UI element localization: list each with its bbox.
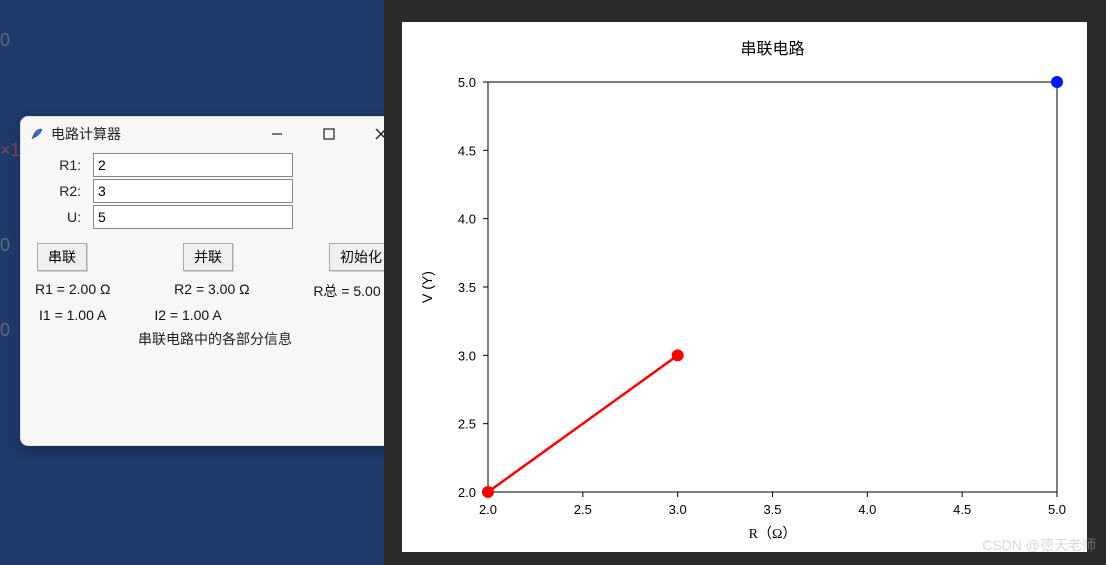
series-button[interactable]: 串联 bbox=[37, 243, 87, 271]
svg-text:3.5: 3.5 bbox=[458, 280, 476, 295]
bg-label: 0 bbox=[0, 235, 10, 256]
svg-text:2.0: 2.0 bbox=[458, 485, 476, 500]
bg-label: 0 bbox=[0, 30, 10, 51]
svg-text:R（Ω）: R（Ω） bbox=[749, 526, 797, 542]
svg-text:3.0: 3.0 bbox=[669, 502, 687, 517]
svg-text:V (Y): V (Y) bbox=[419, 271, 435, 303]
r1-label: R1: bbox=[33, 157, 93, 173]
r2-label: R2: bbox=[33, 183, 93, 199]
info-label: 串联电路中的各部分信息 bbox=[33, 329, 397, 349]
svg-text:3.0: 3.0 bbox=[458, 348, 476, 363]
window-title: 电路计算器 bbox=[51, 124, 257, 144]
result-i2: I2 = 1.00 A bbox=[154, 307, 221, 323]
r2-input[interactable] bbox=[93, 179, 293, 203]
svg-text:5.0: 5.0 bbox=[458, 75, 476, 90]
calculator-window: 电路计算器 R1: R2: U: 串联 并联 bbox=[20, 116, 410, 446]
feather-icon bbox=[29, 126, 45, 142]
minimize-button[interactable] bbox=[257, 120, 297, 148]
svg-text:4.0: 4.0 bbox=[458, 212, 476, 227]
svg-text:5.0: 5.0 bbox=[1048, 502, 1066, 517]
titlebar[interactable]: 电路计算器 bbox=[21, 117, 409, 151]
svg-text:串联电路: 串联电路 bbox=[740, 40, 804, 58]
chart-figure: 串联电路 2.0 2.5 3.0 3.5 4.0 4.5 5.0 2.0 2.5 3.0 3.5 4.0… bbox=[402, 22, 1087, 552]
r1-input[interactable] bbox=[93, 153, 293, 177]
chart-svg: 串联电路 2.0 2.5 3.0 3.5 4.0 4.5 5.0 2.0 2.5 3.0 3.5 4.0… bbox=[402, 22, 1087, 552]
result-rtotal: R总 = 5.00 Ω bbox=[313, 281, 395, 301]
svg-text:4.0: 4.0 bbox=[858, 502, 876, 517]
u-label: U: bbox=[33, 209, 93, 225]
result-r1: R1 = 2.00 Ω bbox=[35, 281, 110, 301]
u-input[interactable] bbox=[93, 205, 293, 229]
bg-label: 0 bbox=[0, 320, 10, 341]
result-r2: R2 = 3.00 Ω bbox=[174, 281, 249, 301]
svg-text:4.5: 4.5 bbox=[458, 143, 476, 158]
svg-text:3.5: 3.5 bbox=[763, 502, 781, 517]
maximize-button[interactable] bbox=[309, 120, 349, 148]
result-i1: I1 = 1.00 A bbox=[39, 307, 106, 323]
parallel-button[interactable]: 并联 bbox=[183, 243, 233, 271]
chart-panel: 串联电路 2.0 2.5 3.0 3.5 4.0 4.5 5.0 2.0 2.5 3.0 3.5 4.0… bbox=[384, 0, 1106, 565]
svg-text:2.5: 2.5 bbox=[574, 502, 592, 517]
svg-text:2.5: 2.5 bbox=[458, 417, 476, 432]
svg-text:4.5: 4.5 bbox=[953, 502, 971, 517]
svg-text:2.0: 2.0 bbox=[479, 502, 497, 517]
